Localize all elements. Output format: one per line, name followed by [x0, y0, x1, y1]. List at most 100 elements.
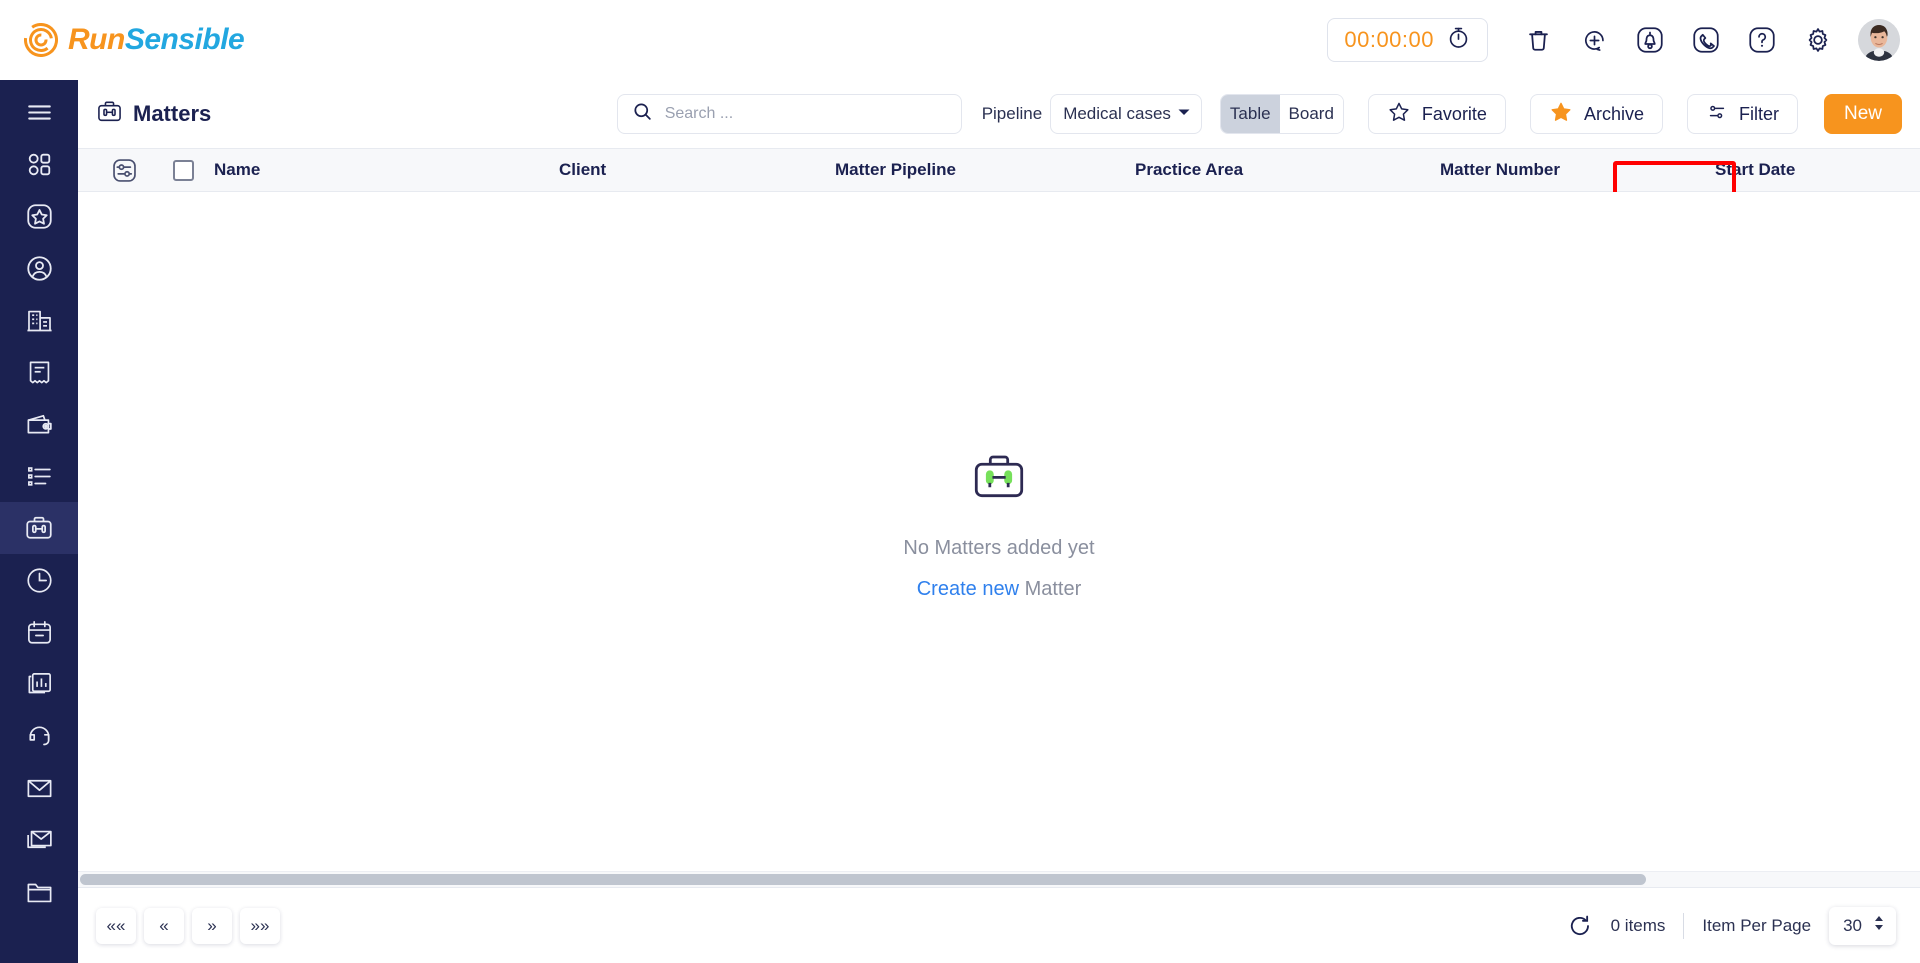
table-header-row: Name Client Matter Pipeline Practice Are… — [78, 148, 1920, 192]
sidebar-item-email[interactable] — [0, 762, 78, 814]
favorite-button[interactable]: Favorite — [1367, 94, 1506, 134]
item-per-page-stepper[interactable]: 30 — [1829, 906, 1896, 945]
new-button[interactable]: New — [1823, 94, 1902, 134]
column-header-number[interactable]: Matter Number — [1440, 160, 1715, 180]
empty-state-message: No Matters added yet — [903, 536, 1095, 559]
chevron-down-icon — [1177, 105, 1191, 124]
sidebar-item-companies[interactable] — [0, 294, 78, 346]
sidebar-item-inbox[interactable] — [0, 814, 78, 866]
view-toggle: Table Board — [1219, 94, 1344, 134]
briefcase-icon — [96, 98, 123, 130]
trash-icon[interactable] — [1510, 12, 1566, 68]
pagination: «« « » »» — [96, 907, 280, 944]
pipeline-selected-value: Medical cases — [1063, 104, 1171, 123]
create-new-link[interactable]: Create new — [917, 577, 1019, 599]
column-header-name[interactable]: Name — [214, 160, 559, 180]
pipeline-filter: Pipeline Medical cases — [982, 94, 1202, 134]
runsensible-logo-icon — [24, 23, 58, 57]
item-per-page-label: Item Per Page — [1702, 915, 1812, 935]
briefcase-empty-icon — [970, 447, 1028, 510]
sidebar-item-contacts[interactable] — [0, 242, 78, 294]
phone-icon[interactable] — [1678, 12, 1734, 68]
footer-right: 0 items Item Per Page 30 — [1567, 906, 1896, 945]
wallet-icon — [25, 410, 54, 439]
receipt-icon — [25, 358, 54, 387]
sidebar-item-reports[interactable] — [0, 658, 78, 710]
star-square-icon — [25, 202, 54, 231]
star-outline-icon — [1387, 100, 1411, 129]
sidebar-item-invoices[interactable] — [0, 346, 78, 398]
footer-divider — [1683, 912, 1685, 939]
horizontal-scrollbar[interactable] — [78, 871, 1920, 887]
main-content: Matters Pipeline Medical cases — [78, 80, 1920, 963]
reports-chart-icon — [25, 670, 54, 699]
envelope-icon — [25, 774, 54, 803]
calendar-icon — [25, 618, 54, 647]
sidebar-item-tasks[interactable] — [0, 450, 78, 502]
sidebar-item-documents[interactable] — [0, 866, 78, 918]
sidebar-item-matters[interactable] — [0, 502, 78, 554]
items-count: 0 items — [1610, 915, 1666, 935]
column-header-pipeline[interactable]: Matter Pipeline — [835, 160, 1135, 180]
logo-wordmark: RunSensible — [68, 23, 245, 57]
briefcase-icon — [24, 513, 54, 543]
view-toggle-board[interactable]: Board — [1279, 95, 1343, 133]
sidebar-item-favorites[interactable] — [0, 190, 78, 242]
top-bar: RunSensible 00:00:00 — [0, 0, 1920, 80]
last-page-button[interactable]: »» — [240, 907, 280, 944]
hamburger-menu-icon — [25, 98, 54, 127]
table-footer: «« « » »» 0 items Item Per Page 30 — [78, 887, 1920, 963]
pipeline-label: Pipeline — [981, 104, 1043, 123]
sidebar-item-dashboard[interactable] — [0, 138, 78, 190]
archive-button[interactable]: Archive — [1529, 94, 1663, 134]
select-all-checkbox[interactable] — [172, 159, 194, 181]
search-icon — [632, 101, 653, 127]
sidebar-item-menu[interactable] — [0, 86, 78, 138]
page-title: Matters — [133, 101, 212, 126]
timer-value: 00:00:00 — [1344, 27, 1434, 52]
empty-state-action-suffix: Matter — [1019, 577, 1082, 600]
sidebar-item-payments[interactable] — [0, 398, 78, 450]
logo-run-text: Run — [68, 23, 125, 56]
favorite-label: Favorite — [1421, 103, 1487, 124]
avatar-image — [1858, 19, 1900, 61]
first-page-button[interactable]: «« — [96, 907, 136, 944]
building-icon — [25, 306, 54, 335]
application-root: RunSensible 00:00:00 Matters Search ... … — [0, 0, 1920, 963]
sidebar-item-calendar[interactable] — [0, 606, 78, 658]
stepper-updown-icon[interactable] — [1872, 913, 1886, 938]
archive-label: Archive — [1583, 103, 1644, 124]
search-input[interactable] — [664, 105, 947, 123]
column-header-area[interactable]: Practice Area — [1135, 160, 1440, 180]
stopwatch-icon[interactable] — [1446, 25, 1471, 55]
column-settings-icon[interactable] — [96, 157, 152, 184]
matters-table: Name Client Matter Pipeline Practice Are… — [78, 148, 1920, 887]
search-box[interactable] — [616, 94, 962, 134]
app-logo[interactable]: RunSensible — [24, 23, 245, 57]
sidebar-item-time[interactable] — [0, 554, 78, 606]
column-header-date[interactable]: Start Date — [1715, 160, 1915, 180]
refresh-icon[interactable] — [1567, 913, 1593, 939]
prev-page-button[interactable]: « — [144, 907, 184, 944]
add-circle-icon[interactable] — [1566, 12, 1622, 68]
sidebar-item-support[interactable] — [0, 710, 78, 762]
gear-icon[interactable] — [1790, 12, 1846, 68]
person-icon — [25, 254, 54, 283]
help-icon[interactable] — [1734, 12, 1790, 68]
bell-icon[interactable] — [1622, 12, 1678, 68]
table-body: No Matters added yet Create new Matter — [78, 192, 1920, 871]
timer-widget[interactable]: 00:00:00 — [1327, 18, 1488, 62]
filter-sliders-icon — [1706, 101, 1728, 128]
logo-sensible-text: Sensible — [124, 23, 245, 56]
filter-button[interactable]: Filter — [1686, 94, 1798, 134]
clock-icon — [25, 566, 54, 595]
column-header-client[interactable]: Client — [559, 160, 835, 180]
select-all-checkbox-cell — [152, 159, 214, 181]
horizontal-scrollbar-thumb[interactable] — [80, 874, 1646, 885]
folder-icon — [25, 878, 54, 907]
next-page-button[interactable]: » — [192, 907, 232, 944]
view-toggle-table[interactable]: Table — [1220, 95, 1280, 133]
pipeline-select[interactable]: Medical cases — [1050, 94, 1202, 134]
avatar[interactable] — [1858, 19, 1900, 61]
dashboard-grid-icon — [25, 150, 54, 179]
